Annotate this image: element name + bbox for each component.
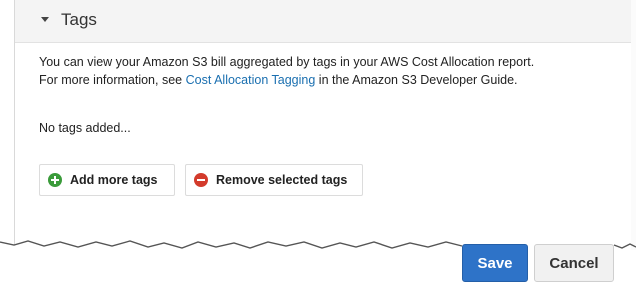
- add-more-tags-label: Add more tags: [70, 173, 158, 187]
- cost-allocation-tagging-link[interactable]: Cost Allocation Tagging: [186, 73, 316, 87]
- no-tags-message: No tags added...: [39, 121, 131, 135]
- tags-info-line-1: You can view your Amazon S3 bill aggrega…: [39, 55, 535, 69]
- plus-circle-icon: [48, 173, 62, 187]
- tags-section-header[interactable]: Tags: [15, 0, 631, 43]
- tags-panel: Tags You can view your Amazon S3 bill ag…: [14, 0, 631, 250]
- torn-edge: [0, 240, 636, 258]
- tags-section-title: Tags: [61, 10, 97, 29]
- remove-selected-tags-label: Remove selected tags: [216, 173, 348, 187]
- tags-info-line-2: For more information, see Cost Allocatio…: [39, 71, 629, 89]
- tags-info-text: You can view your Amazon S3 bill aggrega…: [39, 53, 629, 89]
- tags-info-prefix: For more information, see: [39, 73, 186, 87]
- minus-circle-icon: [194, 173, 208, 187]
- add-more-tags-button[interactable]: Add more tags: [39, 164, 175, 196]
- right-edge: [631, 0, 636, 250]
- remove-selected-tags-button[interactable]: Remove selected tags: [185, 164, 363, 196]
- tags-info-suffix: in the Amazon S3 Developer Guide.: [315, 73, 518, 87]
- caret-down-icon[interactable]: [41, 17, 49, 22]
